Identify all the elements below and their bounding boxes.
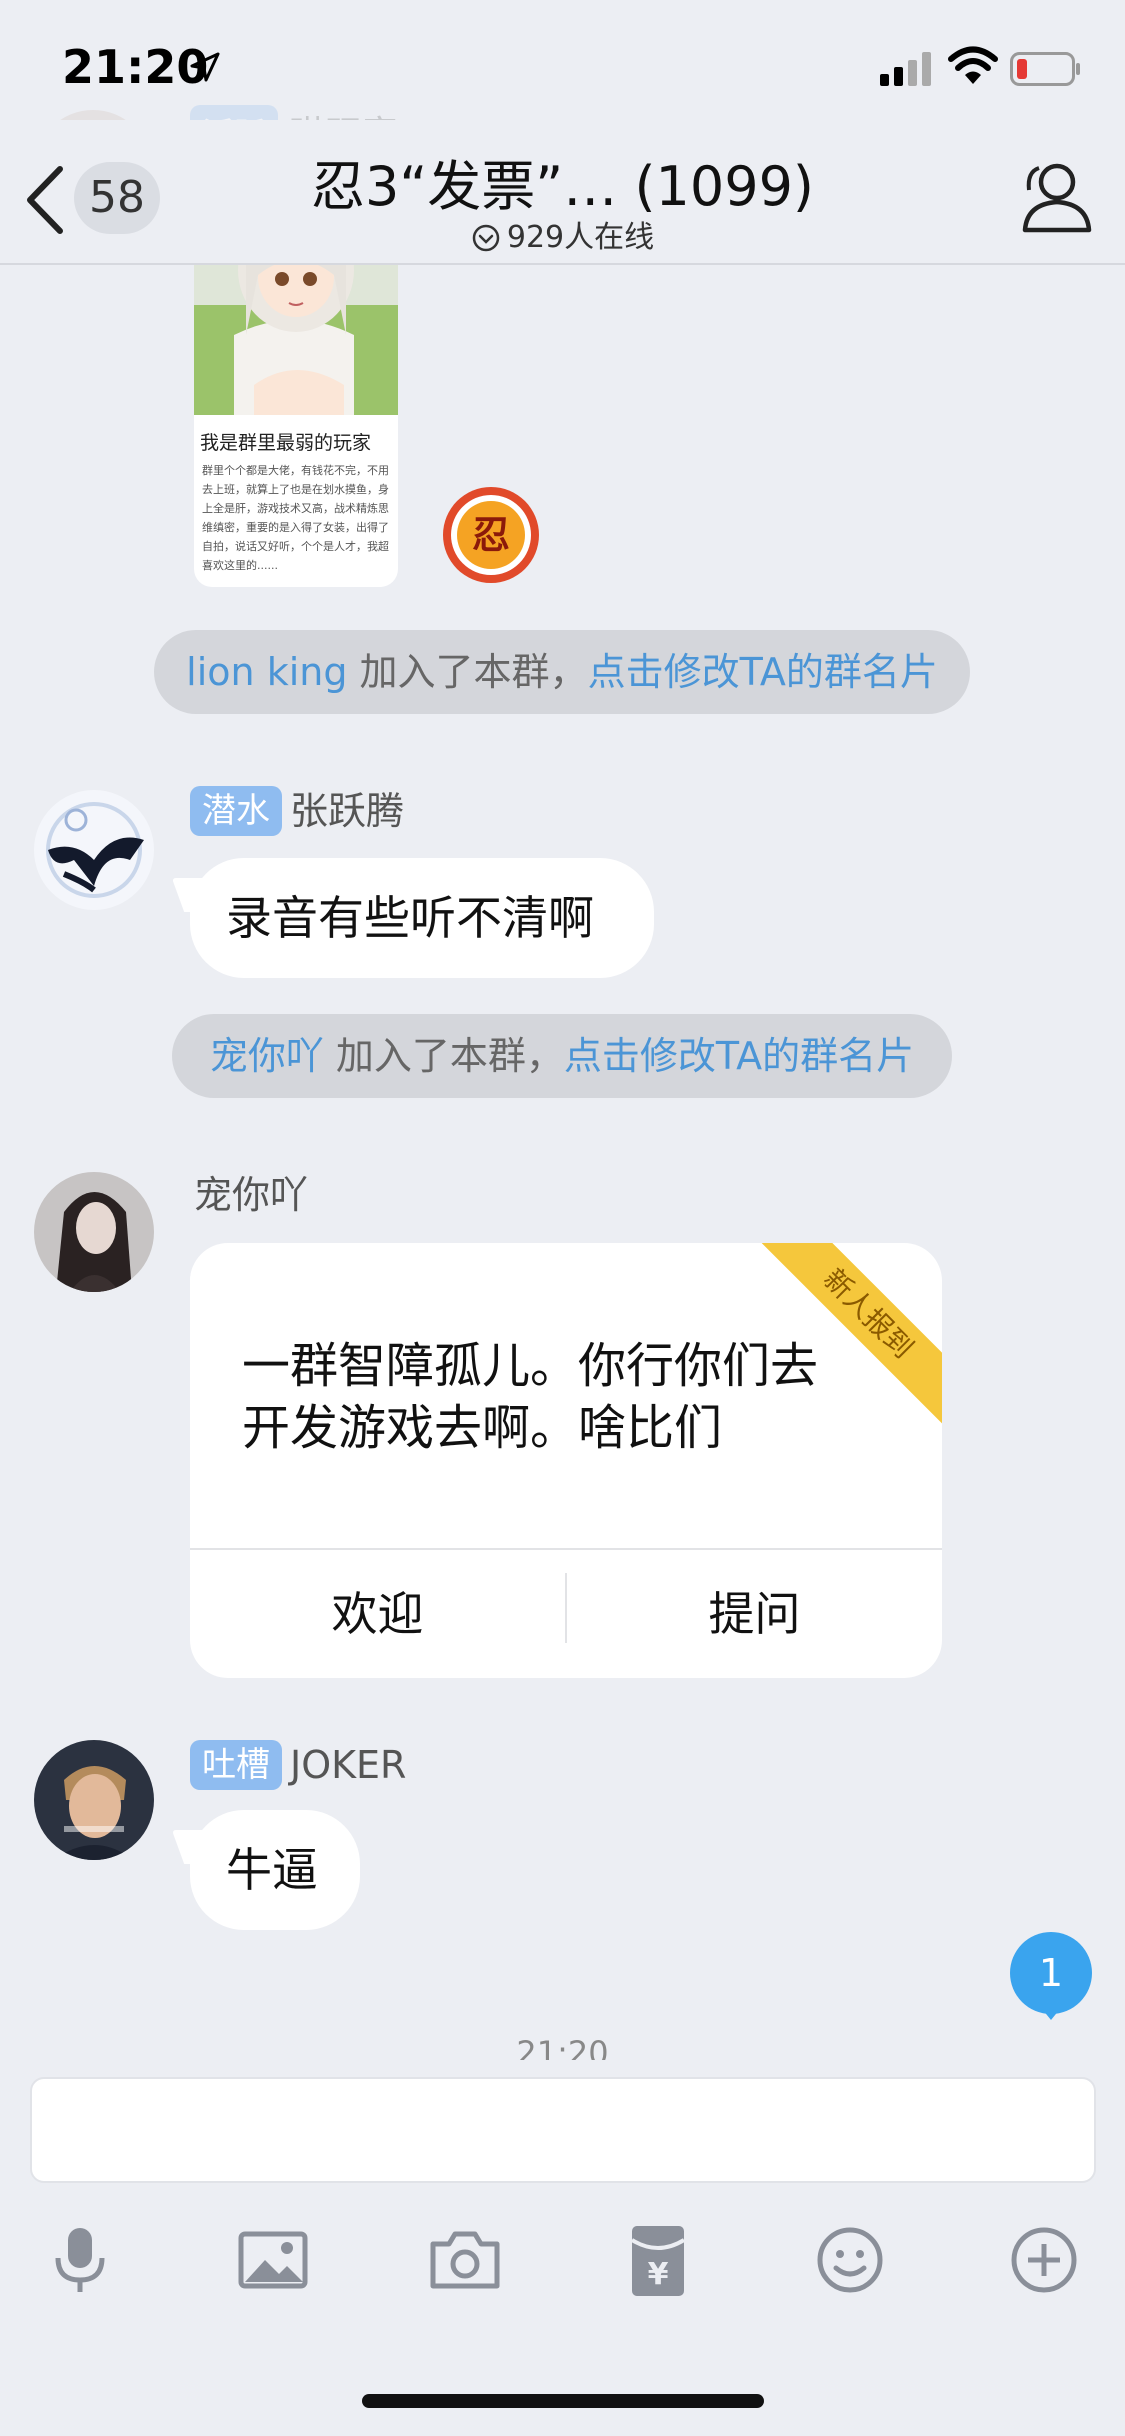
wifi-icon bbox=[948, 46, 998, 84]
status-bar: 21:20 bbox=[0, 0, 1125, 120]
notice-user-link[interactable]: lion king bbox=[186, 650, 347, 694]
message-bubble[interactable]: 录音有些听不清啊 bbox=[190, 858, 654, 978]
nav-bar: 58 忍3“发票”… (1099) 929人在线 bbox=[0, 120, 1125, 265]
input-area: ¥ bbox=[0, 2060, 1125, 2436]
system-notice: 宠你吖 加入了本群，点击修改TA的群名片 bbox=[172, 1014, 952, 1098]
emoji-icon[interactable] bbox=[810, 2220, 890, 2300]
welcome-message-text: 一群智障孤儿。你行你们去 开发游戏去啊。啥比们 bbox=[242, 1335, 882, 1459]
sender-name: 张跃腾 bbox=[290, 789, 405, 833]
image-card-body: 群里个个都是大佬，有钱花不完，不用去上班，就算上了也是在划水摸鱼，身上全是肝，游… bbox=[202, 464, 389, 572]
message-text: 录音有些听不清啊 bbox=[226, 891, 594, 945]
sender-name: 宠你吖 bbox=[194, 1173, 309, 1217]
ask-button[interactable]: 提问 bbox=[567, 1550, 942, 1678]
back-chevron-icon[interactable] bbox=[22, 165, 66, 235]
sender-tag: 潜水 bbox=[190, 786, 282, 836]
newcomer-welcome-card[interactable]: 新人报到 一群智障孤儿。你行你们去 开发游戏去啊。啥比们 欢迎 提问 bbox=[190, 1243, 942, 1678]
sender-tag: 吐槽 bbox=[190, 1740, 282, 1790]
notice-text: 加入了本群， bbox=[347, 650, 588, 694]
avatar-image bbox=[34, 790, 154, 910]
svg-text:¥: ¥ bbox=[648, 2257, 669, 2292]
online-count[interactable]: 929人在线 bbox=[200, 212, 925, 256]
avatar[interactable] bbox=[34, 790, 154, 910]
image-icon[interactable] bbox=[233, 2220, 313, 2300]
edit-card-link[interactable]: 点击修改TA的群名片 bbox=[564, 1034, 914, 1078]
chat-area[interactable]: 活跃 琳玩家 我是群里最弱的玩家 群里个个都是大佬，有钱花不完，不用去上班，就算… bbox=[0, 0, 1125, 2080]
home-indicator[interactable] bbox=[362, 2394, 764, 2408]
avatar[interactable] bbox=[34, 1740, 154, 1860]
welcome-button[interactable]: 欢迎 bbox=[190, 1550, 565, 1678]
welcome-message-line: 一群智障孤儿。你行你们去 bbox=[242, 1338, 819, 1394]
red-packet-icon[interactable]: ¥ bbox=[618, 2220, 698, 2300]
avatar-image bbox=[34, 1172, 154, 1292]
battery-low-icon bbox=[1010, 52, 1080, 86]
timestamp: 21:20 bbox=[516, 2034, 609, 2060]
camera-icon[interactable] bbox=[425, 2220, 505, 2300]
ren-sticker-icon[interactable]: 忍 bbox=[440, 484, 542, 586]
notice-user-link[interactable]: 宠你吖 bbox=[210, 1034, 324, 1078]
unread-count-badge[interactable]: 58 bbox=[74, 162, 160, 234]
avatar-image bbox=[34, 1740, 154, 1860]
group-title[interactable]: 忍3“发票”… (1099) bbox=[200, 142, 925, 221]
online-count-label: 929人在线 bbox=[506, 220, 655, 255]
system-notice: lion king 加入了本群，点击修改TA的群名片 bbox=[154, 630, 970, 714]
notice-text: 加入了本群， bbox=[323, 1034, 564, 1078]
svg-text:忍: 忍 bbox=[472, 513, 510, 557]
new-messages-badge[interactable]: 1 bbox=[1010, 1932, 1092, 2020]
avatar[interactable] bbox=[34, 1172, 154, 1292]
message-input[interactable] bbox=[30, 2077, 1096, 2183]
sender-name: JOKER bbox=[290, 1743, 407, 1787]
group-members-icon[interactable] bbox=[1015, 160, 1095, 236]
cellular-signal-icon bbox=[880, 52, 931, 86]
location-arrow-icon bbox=[190, 52, 220, 82]
edit-card-link[interactable]: 点击修改TA的群名片 bbox=[588, 650, 938, 694]
mic-icon[interactable] bbox=[40, 2220, 120, 2300]
plus-icon[interactable] bbox=[1004, 2220, 1084, 2300]
image-card-title: 我是群里最弱的玩家 bbox=[200, 432, 372, 454]
chevron-down-circle-icon bbox=[472, 224, 500, 252]
welcome-message-line: 开发游戏去啊。啥比们 bbox=[242, 1400, 723, 1456]
message-bubble[interactable]: 牛逼 bbox=[190, 1810, 360, 1930]
message-text: 牛逼 bbox=[226, 1843, 318, 1897]
